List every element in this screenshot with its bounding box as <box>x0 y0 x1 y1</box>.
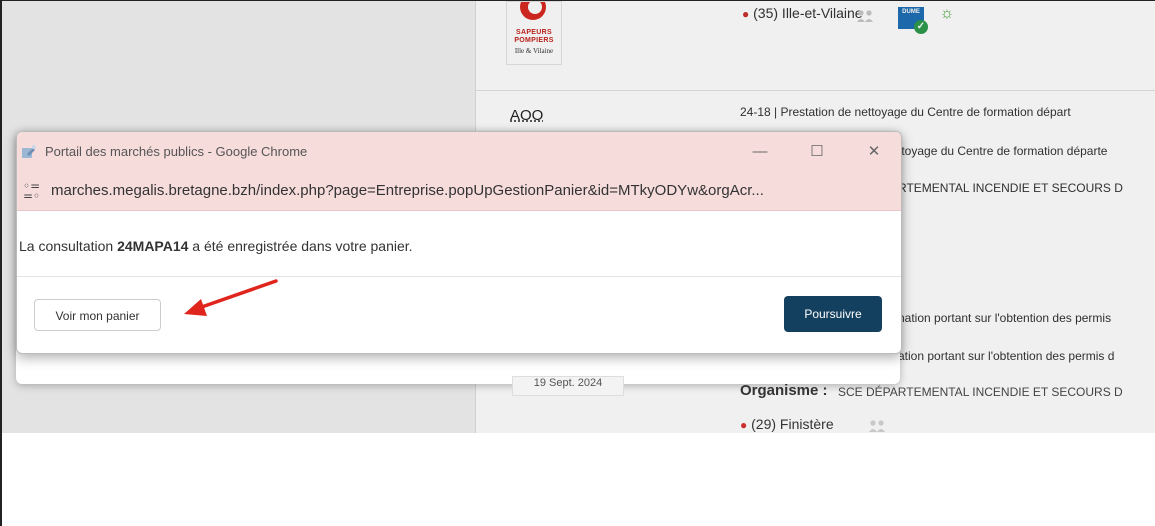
organisme-label: Organisme : <box>740 382 828 399</box>
view-cart-button[interactable]: Voir mon panier <box>34 299 161 331</box>
consultation-reference: 24MAPA14 <box>117 238 189 254</box>
annotation-arrow <box>184 279 278 316</box>
address-bar[interactable]: ◦= =◦ marches.megalis.bretagne.bzh/index.… <box>17 172 901 211</box>
location-pin-icon: ● <box>740 418 748 432</box>
people-icon <box>869 420 885 432</box>
location-finistere: ● (29) Finistère <box>740 416 834 432</box>
footer-divider <box>17 276 901 277</box>
minimize-button[interactable]: — <box>746 138 774 166</box>
window-titlebar[interactable]: Portail des marchés publics - Google Chr… <box>17 132 901 172</box>
location-text: (29) Finistère <box>751 416 834 432</box>
chrome-app-icon <box>22 145 36 158</box>
url-text[interactable]: marches.megalis.bretagne.bzh/index.php?p… <box>51 182 764 199</box>
message-suffix: a été enregistrée dans votre panier. <box>188 238 413 254</box>
continue-button[interactable]: Poursuivre <box>784 296 882 332</box>
message-prefix: La consultation <box>19 238 118 254</box>
confirmation-message: La consultation 24MAPA14 a été enregistr… <box>19 238 413 254</box>
site-settings-icon[interactable]: ◦= =◦ <box>23 180 41 202</box>
date-chip: 19 Sept. 2024 <box>512 376 624 396</box>
maximize-button[interactable]: ☐ <box>803 138 831 166</box>
close-button[interactable]: ✕ <box>860 138 888 166</box>
window-title: Portail des marchés publics - Google Chr… <box>45 144 308 159</box>
screenshot: SAPEURS POMPIERS Ille & Vilaine ● (35) I… <box>2 1 1155 433</box>
chrome-popup-window: Portail des marchés publics - Google Chr… <box>16 131 902 354</box>
organisme-value: SCE DÉPARTEMENTAL INCENDIE ET SECOURS D <box>838 385 1123 399</box>
